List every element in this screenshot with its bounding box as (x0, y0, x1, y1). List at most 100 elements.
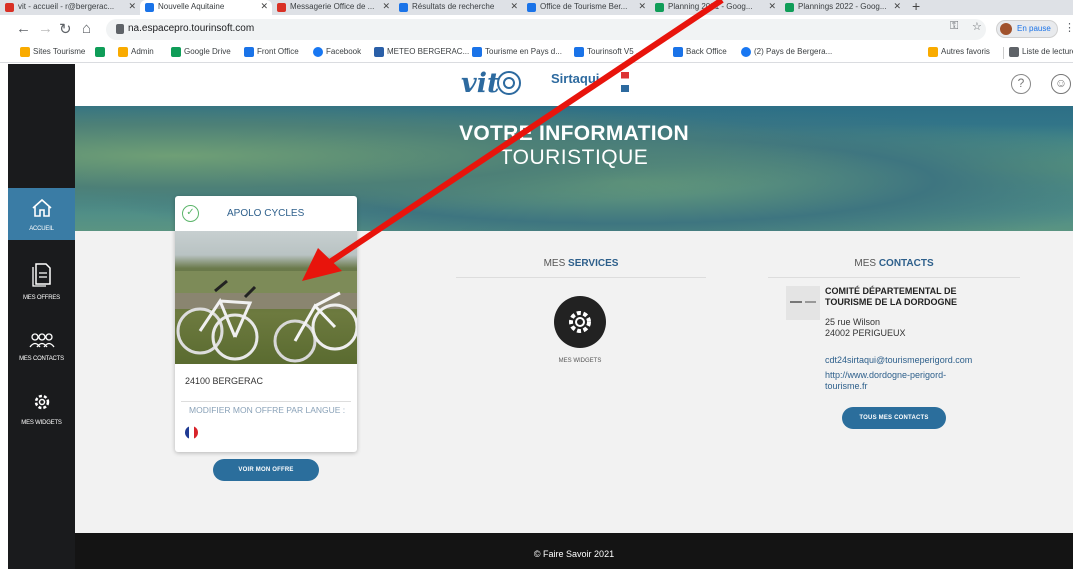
sidebar-item-widgets[interactable]: MES WIDGETS (8, 392, 75, 432)
folder-icon (118, 47, 128, 57)
sidebar-item-offres[interactable]: MES OFFRES (8, 261, 75, 313)
contact-logo (786, 286, 820, 320)
modify-offer-label: MODIFIER MON OFFRE PAR LANGUE : (187, 405, 348, 415)
bookmark-item[interactable]: (2) Pays de Bergera... (741, 47, 832, 57)
back-icon[interactable]: ← (16, 20, 31, 37)
browser-tab[interactable]: Planning 2021 - Goog... ✕ (650, 0, 780, 15)
site-icon (574, 47, 584, 57)
offer-card[interactable]: ✓ APOLO CYCLES 24100 BERGERAC MODIFIER M… (175, 196, 357, 452)
lock-icon (116, 24, 124, 34)
close-icon[interactable]: ✕ (638, 1, 646, 12)
url-bar[interactable]: na.espacepro.tourinsoft.com (106, 19, 986, 40)
app: ACCUEIL MES OFFRES MES CONTACTS MES WIDG… (8, 64, 1073, 569)
bookmark-item[interactable]: Facebook (313, 47, 361, 57)
document-icon (31, 263, 51, 287)
site-icon (527, 3, 536, 12)
facebook-icon (741, 47, 751, 57)
bicycles-photo (175, 271, 357, 363)
french-flag-icon[interactable] (185, 426, 198, 439)
browser-tab[interactable]: Résultats de recherche ✕ (394, 0, 522, 15)
close-icon[interactable]: ✕ (128, 1, 136, 12)
divider (456, 277, 706, 278)
view-offer-button[interactable]: VOIR MON OFFRE (213, 459, 319, 481)
bookmark-item[interactable]: Autres favoris (928, 47, 990, 57)
app-header: vit Sirtaqui ? ☺ (75, 64, 1073, 106)
browser-tab-active[interactable]: Nouvelle Aquitaine ✕ (140, 0, 272, 15)
sidebar-item-label: MES CONTACTS (19, 356, 64, 362)
site-icon (244, 47, 254, 57)
folder-icon (20, 47, 30, 57)
bookmark-item[interactable]: Front Office (244, 47, 299, 57)
browser-tab[interactable]: Plannings 2022 - Goog... ✕ (780, 0, 905, 15)
reload-icon[interactable]: ↻ (59, 20, 72, 38)
people-icon (28, 333, 55, 348)
sheets-icon (655, 3, 664, 12)
close-icon[interactable]: ✕ (893, 1, 901, 12)
gear-icon (34, 394, 49, 410)
bookmark-item[interactable]: Tourinsoft V5 ... (574, 47, 643, 57)
browser-tab-strip: vit - accueil - r@bergerac... ✕ Nouvelle … (0, 0, 1073, 15)
close-icon[interactable]: ✕ (382, 1, 390, 12)
close-icon[interactable]: ✕ (260, 1, 268, 12)
bookmark-item[interactable]: Sites Tourisme (20, 47, 85, 57)
camera-logo-icon (497, 71, 521, 95)
bookmark-item[interactable]: Liste de lecture (1009, 47, 1073, 57)
sidebar-item-label: MES OFFRES (22, 295, 60, 301)
browser-tab[interactable]: Office de Tourisme Ber... ✕ (522, 0, 650, 15)
help-icon[interactable]: ? (1011, 74, 1031, 94)
contacts-heading: MES CONTACTS (854, 258, 934, 269)
divider (768, 277, 1020, 278)
bookmark-item[interactable]: Tourisme en Pays d... (472, 47, 562, 57)
all-contacts-button[interactable]: TOUS MES CONTACTS (842, 407, 946, 429)
profile-status: En pause (1017, 24, 1051, 33)
profile-button[interactable]: En pause (996, 20, 1058, 38)
url-text[interactable]: na.espacepro.tourinsoft.com (128, 23, 254, 34)
home-icon (31, 198, 52, 217)
sidebar-item-contacts[interactable]: MES CONTACTS (8, 332, 75, 372)
site-icon (145, 3, 154, 12)
browser-tab[interactable]: vit - accueil - r@bergerac... ✕ (0, 0, 140, 15)
sirtaqui-logo: Sirtaqui (551, 71, 600, 86)
contact-email-link[interactable]: cdt24sirtaqui@tourismeperigord.com (825, 355, 972, 366)
key-icon[interactable]: ⚿ (950, 20, 958, 33)
menu-icon[interactable]: ⋮ (1064, 21, 1073, 34)
site-icon (673, 47, 683, 57)
close-icon[interactable]: ✕ (768, 1, 776, 12)
search-icon (399, 3, 408, 12)
address-bar-row: ← → ↻ ⌂ na.espacepro.tourinsoft.com ⚿ ☆ … (0, 15, 1073, 43)
star-icon[interactable]: ☆ (972, 20, 982, 33)
sidebar-item-accueil[interactable]: ACCUEIL (8, 188, 75, 240)
weather-icon (374, 47, 384, 57)
bookmark-item[interactable]: Admin (118, 47, 154, 57)
offer-title[interactable]: APOLO CYCLES (227, 208, 304, 219)
vit-logo[interactable]: vit (461, 68, 499, 99)
bookmark-item[interactable]: Back Office (673, 47, 727, 57)
gmail-icon (5, 3, 14, 12)
contact-name: COMITÉ DÉPARTEMENTAL DE TOURISME DE LA DO… (825, 286, 958, 307)
offer-photo[interactable] (175, 231, 357, 364)
bookmark-divider (1003, 47, 1004, 59)
close-icon[interactable]: ✕ (510, 1, 518, 12)
sidebar: ACCUEIL MES OFFRES MES CONTACTS MES WIDG… (8, 64, 75, 569)
gear-icon (569, 311, 591, 333)
bookmark-item[interactable]: METEO BERGERAC... (374, 47, 469, 57)
bookmark-item[interactable]: Google Drive (171, 47, 231, 57)
widgets-label[interactable]: MES WIDGETS (554, 358, 606, 364)
region-emblem-icon (621, 72, 629, 92)
bookmarks-bar: Sites Tourisme Admin Google Drive Front … (0, 43, 1073, 63)
hero-title: VOTRE INFORMATION TOURISTIQUE (75, 122, 1073, 170)
folder-icon (928, 47, 938, 57)
footer: © Faire Savoir 2021 (75, 533, 1073, 569)
hero-title-line1: VOTRE INFORMATION (459, 122, 689, 145)
widgets-button[interactable] (554, 296, 606, 348)
browser-tab[interactable]: Messagerie Office de ... ✕ (272, 0, 394, 15)
check-icon: ✓ (182, 205, 199, 222)
plus-icon (95, 47, 105, 57)
reading-list-icon (1009, 47, 1019, 57)
new-tab-button[interactable]: + (912, 0, 920, 14)
user-icon[interactable]: ☺ (1051, 74, 1071, 94)
sheets-icon (785, 3, 794, 12)
contact-website-link[interactable]: http://www.dordogne-perigord-tourisme.fr (825, 370, 946, 392)
forward-icon[interactable]: → (38, 20, 53, 37)
home-icon[interactable]: ⌂ (82, 20, 91, 37)
